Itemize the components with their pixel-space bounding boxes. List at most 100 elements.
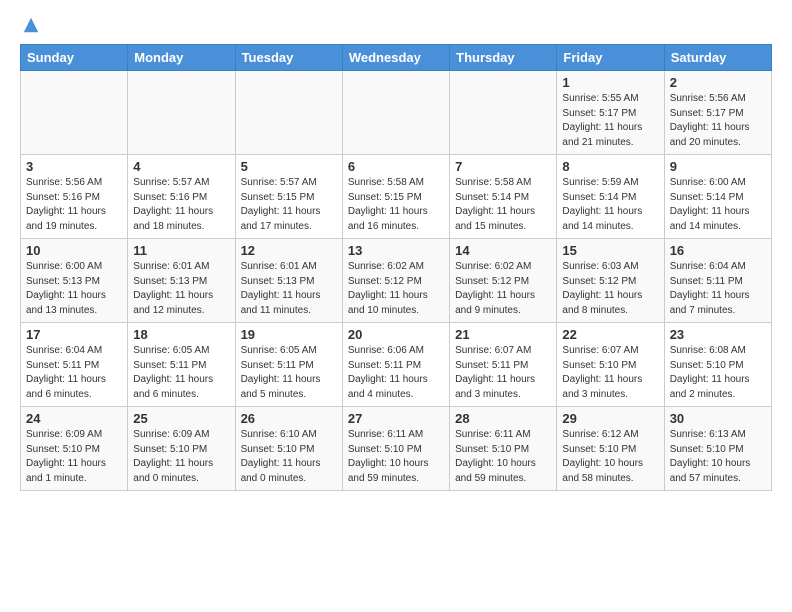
day-info: Sunrise: 6:09 AM Sunset: 5:10 PM Dayligh… xyxy=(133,428,229,486)
day-info: Sunrise: 6:03 AM Sunset: 5:12 PM Dayligh… xyxy=(562,260,658,318)
calendar-cell xyxy=(450,71,557,155)
day-info: Sunrise: 5:55 AM Sunset: 5:17 PM Dayligh… xyxy=(562,92,658,150)
day-number: 8 xyxy=(562,159,658,174)
calendar-cell: 25 Sunrise: 6:09 AM Sunset: 5:10 PM Dayli… xyxy=(128,407,235,491)
weekday-header-monday: Monday xyxy=(128,45,235,71)
day-number: 20 xyxy=(348,327,444,342)
day-info: Sunrise: 5:58 AM Sunset: 5:14 PM Dayligh… xyxy=(455,176,551,234)
day-info: Sunrise: 6:01 AM Sunset: 5:13 PM Dayligh… xyxy=(241,260,337,318)
day-number: 3 xyxy=(26,159,122,174)
logo-icon xyxy=(22,16,40,34)
day-info: Sunrise: 6:01 AM Sunset: 5:13 PM Dayligh… xyxy=(133,260,229,318)
day-info: Sunrise: 6:12 AM Sunset: 5:10 PM Dayligh… xyxy=(562,428,658,486)
day-info: Sunrise: 5:57 AM Sunset: 5:15 PM Dayligh… xyxy=(241,176,337,234)
day-info: Sunrise: 5:56 AM Sunset: 5:17 PM Dayligh… xyxy=(670,92,766,150)
day-number: 28 xyxy=(455,411,551,426)
day-number: 18 xyxy=(133,327,229,342)
day-number: 12 xyxy=(241,243,337,258)
day-number: 1 xyxy=(562,75,658,90)
day-number: 15 xyxy=(562,243,658,258)
day-info: Sunrise: 6:13 AM Sunset: 5:10 PM Dayligh… xyxy=(670,428,766,486)
calendar-cell: 19 Sunrise: 6:05 AM Sunset: 5:11 PM Dayli… xyxy=(235,323,342,407)
day-info: Sunrise: 6:07 AM Sunset: 5:10 PM Dayligh… xyxy=(562,344,658,402)
calendar-cell: 27 Sunrise: 6:11 AM Sunset: 5:10 PM Dayli… xyxy=(342,407,449,491)
day-info: Sunrise: 6:00 AM Sunset: 5:14 PM Dayligh… xyxy=(670,176,766,234)
weekday-header-wednesday: Wednesday xyxy=(342,45,449,71)
day-number: 11 xyxy=(133,243,229,258)
day-number: 23 xyxy=(670,327,766,342)
day-info: Sunrise: 6:07 AM Sunset: 5:11 PM Dayligh… xyxy=(455,344,551,402)
header xyxy=(20,16,772,34)
calendar-week-row: 3 Sunrise: 5:56 AM Sunset: 5:16 PM Daylig… xyxy=(21,155,772,239)
calendar-cell xyxy=(21,71,128,155)
day-number: 27 xyxy=(348,411,444,426)
weekday-header-saturday: Saturday xyxy=(664,45,771,71)
day-number: 19 xyxy=(241,327,337,342)
calendar-cell: 2 Sunrise: 5:56 AM Sunset: 5:17 PM Daylig… xyxy=(664,71,771,155)
day-info: Sunrise: 6:05 AM Sunset: 5:11 PM Dayligh… xyxy=(241,344,337,402)
day-number: 21 xyxy=(455,327,551,342)
day-number: 2 xyxy=(670,75,766,90)
calendar-cell: 16 Sunrise: 6:04 AM Sunset: 5:11 PM Dayli… xyxy=(664,239,771,323)
weekday-header-sunday: Sunday xyxy=(21,45,128,71)
day-number: 9 xyxy=(670,159,766,174)
day-info: Sunrise: 6:10 AM Sunset: 5:10 PM Dayligh… xyxy=(241,428,337,486)
calendar-cell: 28 Sunrise: 6:11 AM Sunset: 5:10 PM Dayli… xyxy=(450,407,557,491)
logo xyxy=(20,16,40,34)
calendar-week-row: 1 Sunrise: 5:55 AM Sunset: 5:17 PM Daylig… xyxy=(21,71,772,155)
day-info: Sunrise: 6:11 AM Sunset: 5:10 PM Dayligh… xyxy=(348,428,444,486)
day-number: 24 xyxy=(26,411,122,426)
day-number: 14 xyxy=(455,243,551,258)
day-number: 17 xyxy=(26,327,122,342)
day-info: Sunrise: 6:00 AM Sunset: 5:13 PM Dayligh… xyxy=(26,260,122,318)
day-number: 7 xyxy=(455,159,551,174)
weekday-header-friday: Friday xyxy=(557,45,664,71)
day-info: Sunrise: 5:56 AM Sunset: 5:16 PM Dayligh… xyxy=(26,176,122,234)
calendar-cell: 29 Sunrise: 6:12 AM Sunset: 5:10 PM Dayli… xyxy=(557,407,664,491)
day-info: Sunrise: 6:06 AM Sunset: 5:11 PM Dayligh… xyxy=(348,344,444,402)
calendar-cell: 7 Sunrise: 5:58 AM Sunset: 5:14 PM Daylig… xyxy=(450,155,557,239)
day-info: Sunrise: 5:57 AM Sunset: 5:16 PM Dayligh… xyxy=(133,176,229,234)
calendar-cell: 17Sunrise: 6:04 AM Sunset: 5:11 PM Dayli… xyxy=(21,323,128,407)
day-number: 25 xyxy=(133,411,229,426)
calendar-cell: 18Sunrise: 6:05 AM Sunset: 5:11 PM Dayli… xyxy=(128,323,235,407)
calendar-week-row: 24 Sunrise: 6:09 AM Sunset: 5:10 PM Dayli… xyxy=(21,407,772,491)
day-info: Sunrise: 6:04 AM Sunset: 5:11 PM Dayligh… xyxy=(670,260,766,318)
calendar-cell: 20 Sunrise: 6:06 AM Sunset: 5:11 PM Dayli… xyxy=(342,323,449,407)
day-info: Sunrise: 5:58 AM Sunset: 5:15 PM Dayligh… xyxy=(348,176,444,234)
calendar-cell: 26 Sunrise: 6:10 AM Sunset: 5:10 PM Dayli… xyxy=(235,407,342,491)
weekday-header-thursday: Thursday xyxy=(450,45,557,71)
day-number: 13 xyxy=(348,243,444,258)
calendar-cell: 15 Sunrise: 6:03 AM Sunset: 5:12 PM Dayli… xyxy=(557,239,664,323)
calendar-cell: 14 Sunrise: 6:02 AM Sunset: 5:12 PM Dayli… xyxy=(450,239,557,323)
calendar-cell: 3 Sunrise: 5:56 AM Sunset: 5:16 PM Daylig… xyxy=(21,155,128,239)
day-info: Sunrise: 6:08 AM Sunset: 5:10 PM Dayligh… xyxy=(670,344,766,402)
calendar-cell xyxy=(235,71,342,155)
day-number: 22 xyxy=(562,327,658,342)
day-info: Sunrise: 6:02 AM Sunset: 5:12 PM Dayligh… xyxy=(455,260,551,318)
calendar-cell: 13Sunrise: 6:02 AM Sunset: 5:12 PM Dayli… xyxy=(342,239,449,323)
calendar-cell: 9 Sunrise: 6:00 AM Sunset: 5:14 PM Daylig… xyxy=(664,155,771,239)
calendar-cell: 24 Sunrise: 6:09 AM Sunset: 5:10 PM Dayli… xyxy=(21,407,128,491)
calendar-week-row: 17Sunrise: 6:04 AM Sunset: 5:11 PM Dayli… xyxy=(21,323,772,407)
calendar-header-row: SundayMondayTuesdayWednesdayThursdayFrid… xyxy=(21,45,772,71)
day-number: 29 xyxy=(562,411,658,426)
day-number: 30 xyxy=(670,411,766,426)
day-info: Sunrise: 6:09 AM Sunset: 5:10 PM Dayligh… xyxy=(26,428,122,486)
calendar-cell: 5Sunrise: 5:57 AM Sunset: 5:15 PM Daylig… xyxy=(235,155,342,239)
calendar-cell: 12 Sunrise: 6:01 AM Sunset: 5:13 PM Dayli… xyxy=(235,239,342,323)
day-number: 16 xyxy=(670,243,766,258)
calendar-cell: 21 Sunrise: 6:07 AM Sunset: 5:11 PM Dayli… xyxy=(450,323,557,407)
day-info: Sunrise: 6:11 AM Sunset: 5:10 PM Dayligh… xyxy=(455,428,551,486)
calendar-cell: 6 Sunrise: 5:58 AM Sunset: 5:15 PM Daylig… xyxy=(342,155,449,239)
calendar-cell: 23 Sunrise: 6:08 AM Sunset: 5:10 PM Dayli… xyxy=(664,323,771,407)
calendar-cell xyxy=(342,71,449,155)
calendar-cell: 30 Sunrise: 6:13 AM Sunset: 5:10 PM Dayli… xyxy=(664,407,771,491)
calendar-cell xyxy=(128,71,235,155)
logo-text xyxy=(20,16,40,34)
calendar-cell: 4Sunrise: 5:57 AM Sunset: 5:16 PM Daylig… xyxy=(128,155,235,239)
day-number: 10 xyxy=(26,243,122,258)
day-number: 6 xyxy=(348,159,444,174)
calendar-cell: 10 Sunrise: 6:00 AM Sunset: 5:13 PM Dayli… xyxy=(21,239,128,323)
day-number: 26 xyxy=(241,411,337,426)
